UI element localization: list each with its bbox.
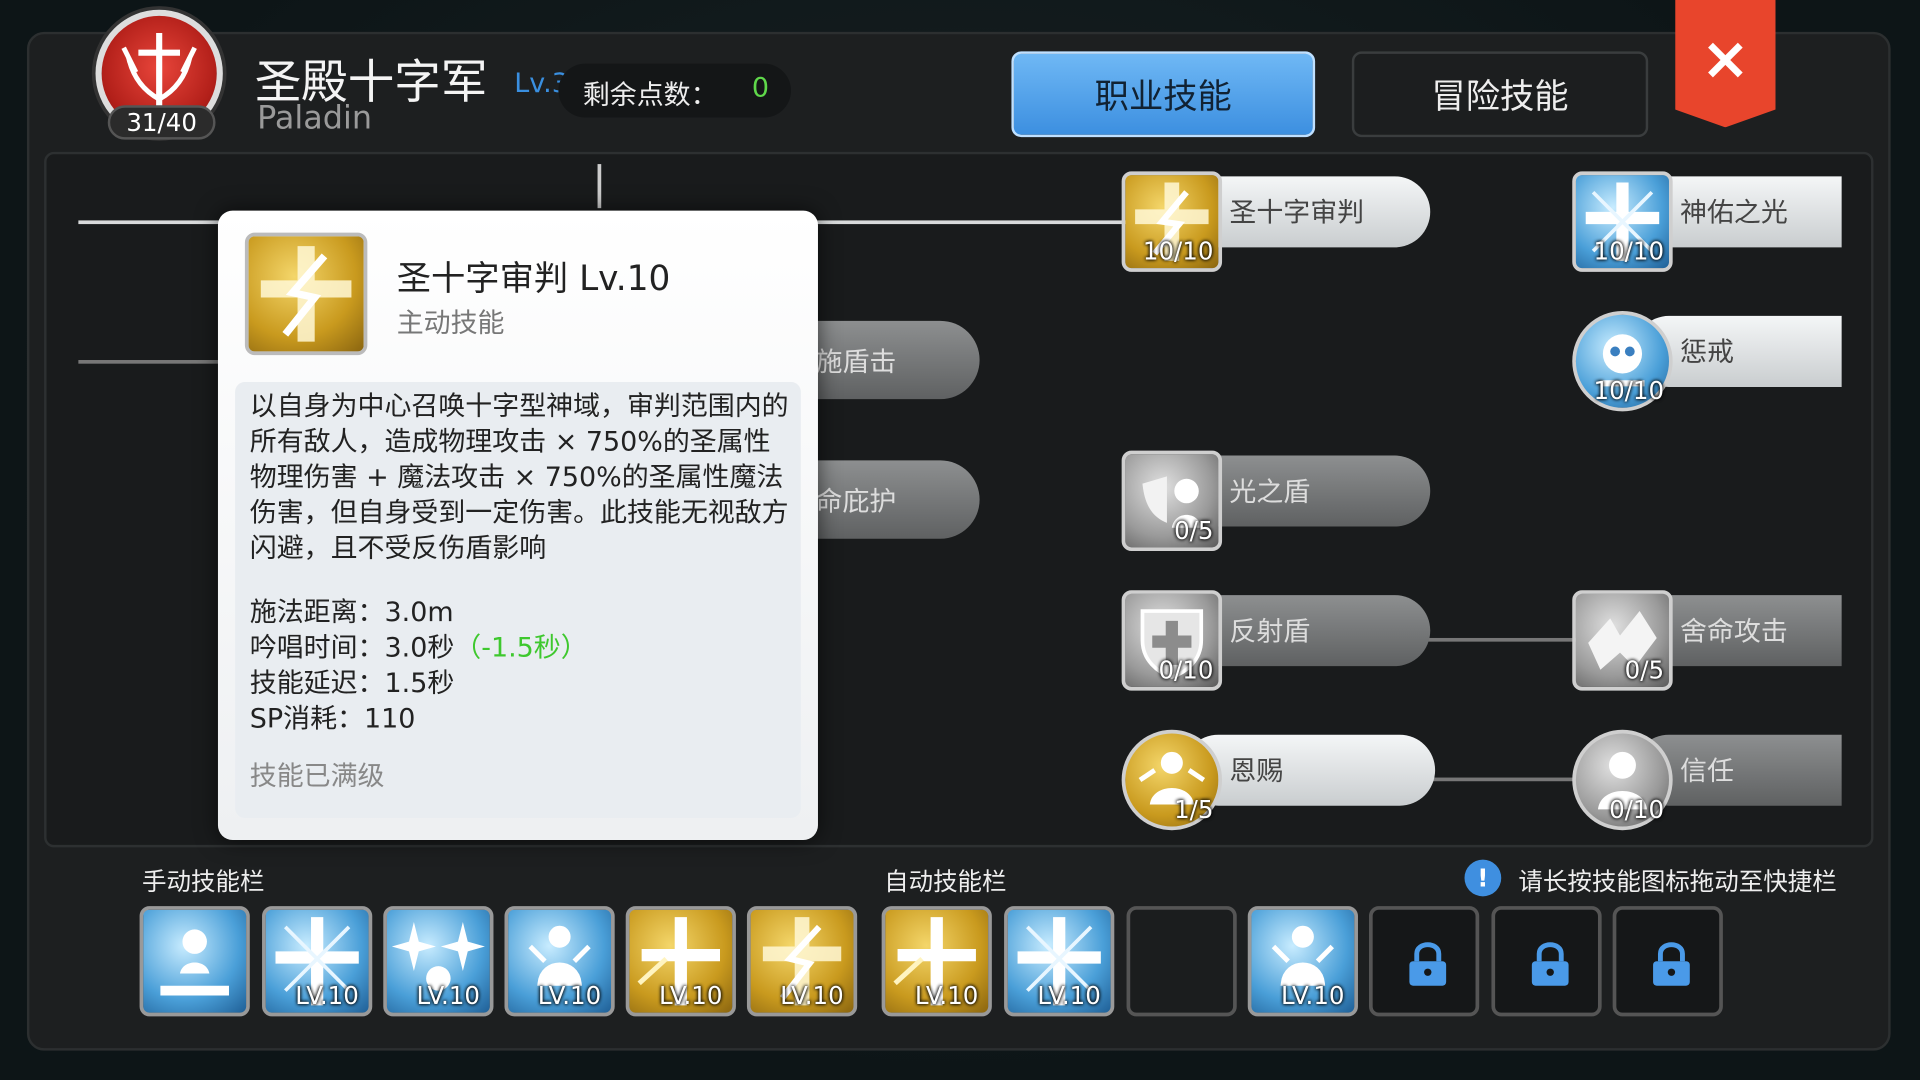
drag-hint: 请长按技能图标拖动至快捷栏	[1518, 866, 1837, 897]
tab-adventure-skills[interactable]: 冒险技能	[1351, 51, 1649, 138]
skill-tooltip: 圣十字审判 Lv.10 主动技能 以自身为中心召唤十字型神域，审判范围内的所有敌…	[217, 210, 818, 841]
manual-slot-1[interactable]	[139, 906, 250, 1017]
points-value: 0	[751, 73, 769, 105]
skill-node-reflect-shield[interactable]: 0/10 反射盾	[1121, 590, 1431, 691]
skill-node-life-guard[interactable]: 命庇护	[808, 460, 980, 539]
skill-name: 惩戒	[1680, 337, 1734, 369]
cast-time-bonus: （-1.5秒）	[454, 633, 588, 664]
gold-lightning-cross-icon	[244, 232, 368, 356]
grey-light-shield-icon: 0/5	[1121, 450, 1223, 552]
skill-name: 信任	[1680, 756, 1734, 788]
lock-icon	[1531, 942, 1569, 986]
manual-slot-4[interactable]: LV.10	[504, 906, 615, 1017]
blue-holy-cross-icon: 10/10	[1572, 171, 1673, 272]
class-name-en: Paladin	[257, 100, 373, 138]
skill-name: 圣十字审判	[1229, 198, 1365, 229]
tooltip-title: 圣十字审判 Lv.10	[396, 258, 671, 299]
auto-slot-4[interactable]: LV.10	[1247, 906, 1358, 1017]
manual-slot-3[interactable]: LV.10	[383, 906, 494, 1017]
gold-grace-icon: 1/5	[1121, 729, 1223, 831]
skill-node-divine-light[interactable]: 10/10 神佑之光	[1572, 171, 1842, 272]
grey-trust-icon: 0/10	[1572, 729, 1673, 831]
lock-icon	[1409, 942, 1447, 986]
auto-slot-3-empty[interactable]	[1126, 906, 1237, 1017]
auto-slot-2[interactable]: LV.10	[1004, 906, 1115, 1017]
remaining-points: 剩余点数： 0	[558, 63, 792, 118]
tree-connector	[1430, 777, 1578, 782]
tooltip-description: 以自身为中心召唤十字型神域，审判范围内的所有敌人，造成物理攻击 × 750%的圣…	[249, 391, 789, 565]
auto-slot-7-locked[interactable]	[1612, 906, 1723, 1017]
skill-node-sacrifice[interactable]: 0/5 舍命攻击	[1572, 590, 1842, 691]
skill-node-punish[interactable]: 10/10 惩戒	[1572, 311, 1842, 412]
info-icon: !	[1464, 859, 1502, 897]
class-rank-count: 31/40	[107, 105, 216, 140]
close-button[interactable]: ×	[1675, 0, 1776, 128]
points-label: 剩余点数：	[582, 80, 718, 112]
tooltip-sp-cost: SP消耗：110	[249, 704, 416, 735]
skill-screen: 31/40 圣殿十字军 Lv.31 Paladin 剩余点数： 0 职业技能 冒…	[0, 0, 1920, 1080]
manual-slot-5[interactable]: LV.10	[625, 906, 736, 1017]
blue-resurrect-icon	[160, 929, 229, 996]
skill-name: 反射盾	[1229, 617, 1311, 648]
auto-slot-5-locked[interactable]	[1368, 906, 1480, 1017]
skill-name: 舍命攻击	[1680, 617, 1788, 648]
manual-slot-6[interactable]: LV.10	[746, 906, 858, 1017]
grey-sacrifice-icon: 0/5	[1572, 590, 1673, 691]
skill-node-light-shield[interactable]: 0/5 光之盾	[1121, 450, 1431, 552]
skill-node-grand-cross[interactable]: 10/10 圣十字审判	[1121, 171, 1431, 272]
tooltip-cast-time: 吟唱时间：3.0秒（-1.5秒）	[249, 633, 588, 664]
tab-job-skills[interactable]: 职业技能	[1011, 51, 1316, 138]
tree-connector	[78, 360, 226, 364]
manual-slot-2[interactable]: LV.10	[262, 906, 373, 1017]
lock-icon	[1653, 942, 1690, 986]
tree-connector	[597, 164, 602, 209]
tooltip-range: 施法距离：3.0m	[249, 597, 454, 629]
manual-bar-label: 手动技能栏	[142, 866, 265, 897]
skill-name: 神佑之光	[1680, 198, 1788, 229]
tooltip-body: 以自身为中心召唤十字型神域，审判范围内的所有敌人，造成物理攻击 × 750%的圣…	[235, 382, 801, 818]
auto-bar-label: 自动技能栏	[884, 866, 1007, 897]
tooltip-maxed: 技能已满级	[249, 761, 385, 793]
grey-reflect-shield-icon: 0/10	[1121, 590, 1223, 691]
auto-slot-6-locked[interactable]	[1491, 906, 1602, 1017]
auto-slot-1[interactable]: LV.10	[881, 906, 992, 1017]
skill-node-grace[interactable]: 1/5 恩赐	[1121, 729, 1436, 831]
skill-node-shield-bash[interactable]: 施盾击	[808, 320, 980, 400]
gold-lightning-cross-icon: 10/10	[1121, 171, 1223, 272]
tree-connector	[1425, 637, 1578, 642]
tooltip-skill-type: 主动技能	[396, 308, 505, 340]
skill-name: 光之盾	[1229, 477, 1311, 509]
blue-skull-icon: 10/10	[1572, 311, 1673, 412]
skill-name: 恩赐	[1229, 756, 1284, 788]
skill-node-trust[interactable]: 0/10 信任	[1572, 729, 1842, 831]
close-icon: ×	[1700, 24, 1750, 94]
tooltip-delay: 技能延迟：1.5秒	[249, 668, 455, 700]
